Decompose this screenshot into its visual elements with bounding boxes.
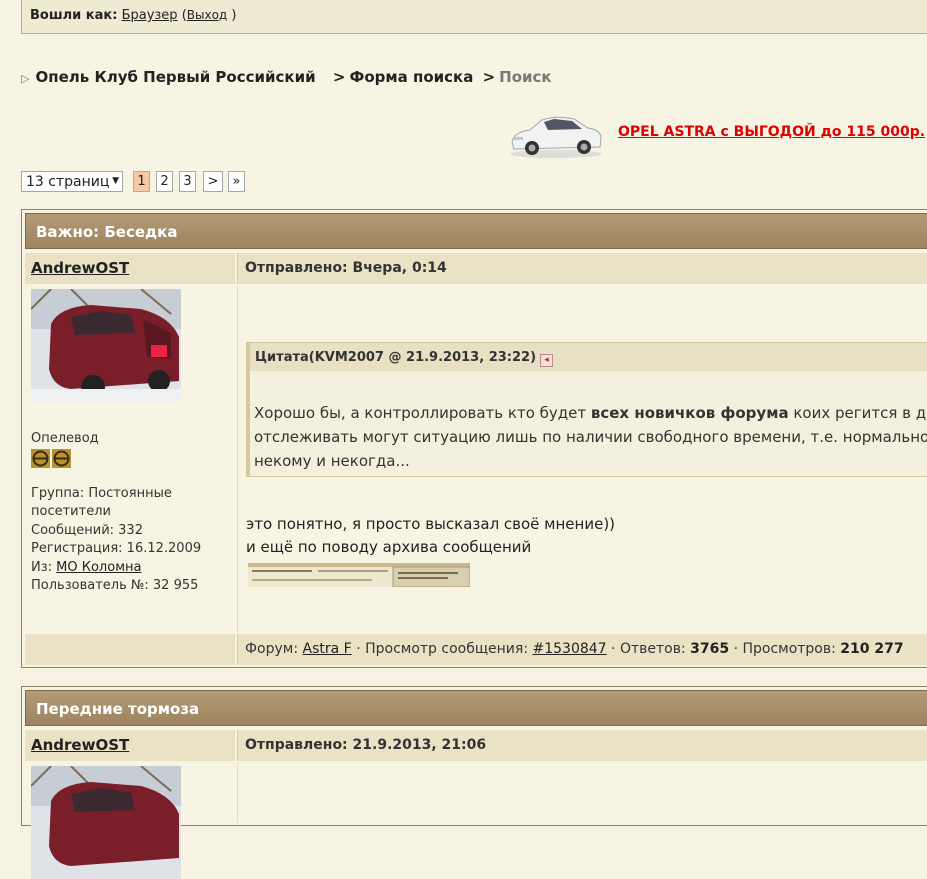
avatar [31, 766, 181, 879]
footer-view-label: · Просмотр сообщения: [356, 641, 529, 657]
quote-author: Цитата(KVM2007 @ 21.9.2013, 23:22) [255, 350, 537, 365]
forum-link[interactable]: Astra F [303, 641, 352, 657]
breadcrumb-item-search-form[interactable]: Форма поиска [349, 68, 473, 86]
footer-views-label: · Просмотров: [733, 641, 836, 657]
quote-link-icon[interactable]: ◂ [540, 354, 554, 367]
pages-dropdown[interactable]: 13 страниц ▼ [21, 171, 123, 192]
author-cell: AndrewOST [25, 253, 235, 284]
author-group: Группа: Постоянные [31, 486, 172, 501]
quote-block: Цитата(KVM2007 @ 21.9.2013, 23:22) ◂ Хоро… [246, 342, 927, 477]
avatar [31, 289, 181, 402]
ad-link[interactable]: OPEL ASTRA с ВЫГОДОЙ до 115 000р. [618, 124, 925, 140]
author-user-number: Пользователь №: 32 955 [31, 578, 199, 593]
posted-date: Отправлено: 21.9.2013, 21:06 [237, 730, 927, 761]
post: Важно: Беседка AndrewOST Отправлено: Вче… [21, 209, 927, 668]
post-footer-left [25, 634, 235, 665]
author-profile: Опелевод Группа: Постоянные посетители С… [25, 286, 235, 632]
user-bar: Вошли как: Браузер (Выход ) [21, 0, 927, 34]
posted-date: Отправлено: Вчера, 0:14 [237, 253, 927, 284]
quote-line-1: Хорошо бы, а контроллировать кто будет в… [254, 404, 927, 422]
post-text-line-2: и ещё по поводу архива сообщений [246, 538, 532, 556]
post-topic-title[interactable]: Важно: Беседка [25, 213, 927, 249]
post-body [237, 763, 927, 823]
car-ad-image[interactable] [508, 110, 604, 160]
opel-badge-icon [31, 449, 71, 468]
breadcrumb-separator: > [332, 68, 346, 86]
breadcrumb-separator: > [482, 68, 496, 86]
author-from-label: Из: [31, 560, 53, 575]
author-profile [25, 763, 235, 879]
post-body: Цитата(KVM2007 @ 21.9.2013, 23:22) ◂ Хоро… [237, 286, 927, 632]
page-button-3[interactable]: 3 [179, 171, 196, 192]
breadcrumb: ▷ Опель Клуб Первый Российский > Форма пои… [21, 68, 552, 86]
pages-dropdown-label: 13 страниц [26, 174, 110, 190]
quote-header: Цитата(KVM2007 @ 21.9.2013, 23:22) ◂ [250, 343, 927, 371]
author-link[interactable]: AndrewOST [31, 259, 129, 277]
breadcrumb-item-search: Поиск [499, 68, 552, 86]
author-location-link[interactable]: МО Коломна [56, 560, 141, 575]
quote-text: Хорошо бы, а контроллировать кто будет в… [254, 401, 927, 473]
page-button-1[interactable]: 1 [133, 171, 150, 192]
author-cell: AndrewOST [25, 730, 235, 761]
replies-count: 3765 [690, 641, 730, 657]
quote-line-3: некому и некогда... [254, 452, 410, 470]
breadcrumb-triangle-icon: ▷ [21, 72, 30, 85]
views-count: 210 277 [840, 641, 904, 657]
author-link[interactable]: AndrewOST [31, 736, 129, 754]
username-link[interactable]: Браузер [122, 8, 178, 23]
footer-forum-label: Форум: [245, 641, 299, 657]
post-number-link[interactable]: #1530847 [533, 641, 607, 657]
logged-in-label: Вошли как: [30, 8, 118, 23]
ad-banner[interactable]: OPEL ASTRA с ВЫГОДОЙ до 115 000р. [508, 110, 927, 160]
last-page-button[interactable]: » [228, 171, 245, 192]
footer-replies-label: · Ответов: [611, 641, 686, 657]
author-group-cont: посетители [31, 504, 111, 519]
post-footer: Форум: Astra F · Просмотр сообщения: #15… [237, 634, 927, 665]
logout-link[interactable]: Выход [187, 8, 227, 22]
post-topic-title[interactable]: Передние тормоза [25, 690, 927, 726]
breadcrumb-item-club[interactable]: Опель Клуб Первый Российский [35, 68, 315, 86]
author-messages: Сообщений: 332 [31, 523, 143, 538]
post-text-line-1: это понятно, я просто высказал своё мнен… [246, 515, 616, 533]
chevron-down-icon: ▼ [112, 176, 119, 186]
attached-screenshot-thumbnail[interactable] [248, 563, 470, 587]
quote-line-2: отслеживать могут ситуацию лишь по налич… [254, 428, 927, 446]
page-button-2[interactable]: 2 [156, 171, 173, 192]
post: Передние тормоза AndrewOST Отправлено: 2… [21, 686, 927, 879]
rank-icons [31, 449, 71, 473]
author-rank: Опелевод [31, 431, 99, 446]
next-page-button[interactable]: > [203, 171, 223, 192]
author-registered: Регистрация: 16.12.2009 [31, 541, 202, 556]
paren-close: ) [231, 8, 237, 23]
author-from: Из: МО Коломна [31, 559, 141, 577]
